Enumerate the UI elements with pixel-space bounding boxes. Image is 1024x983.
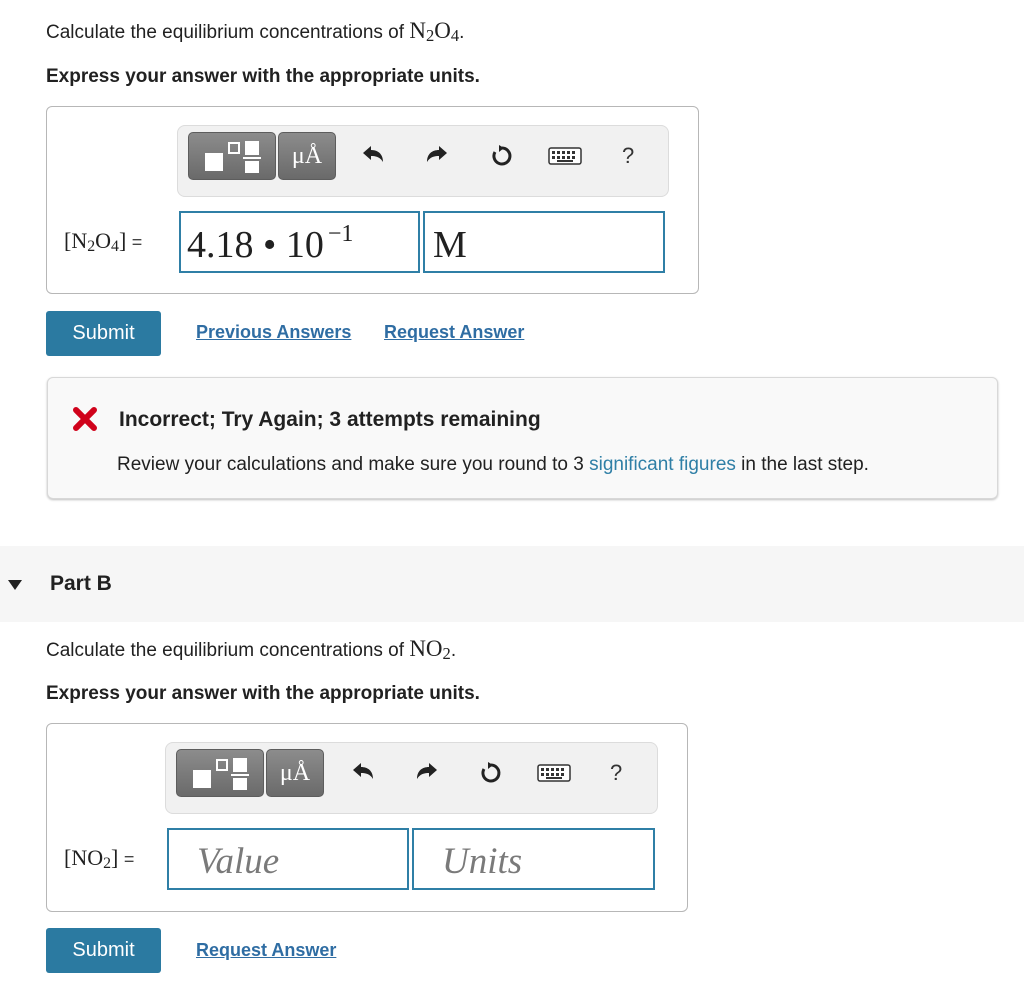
collapse-triangle-icon[interactable] (8, 577, 22, 595)
part-b-instruction: Express your answer with the appropriate… (46, 683, 480, 704)
part-a-submit-button[interactable]: Submit (46, 311, 161, 356)
redo-icon[interactable] (414, 761, 440, 785)
undo-icon[interactable] (360, 144, 386, 168)
reset-icon[interactable] (489, 144, 515, 168)
units-button[interactable]: μÅ (266, 749, 324, 797)
part-a-units-input[interactable]: M (423, 211, 665, 273)
feedback-message: Review your calculations and make sure y… (117, 454, 869, 475)
templates-icon (193, 758, 249, 790)
units-button[interactable]: μÅ (278, 132, 336, 180)
part-a-answer-label: [N2O4] = (64, 228, 143, 255)
part-b-header[interactable]: Part B (0, 546, 1024, 622)
part-b-question: Calculate the equilibrium concentrations… (46, 636, 457, 663)
keyboard-icon[interactable] (548, 144, 582, 168)
n2o4-formula: N2O4 (409, 18, 460, 45)
feedback-title: Incorrect; Try Again; 3 attempts remaini… (119, 408, 541, 431)
reset-icon[interactable] (478, 761, 504, 785)
part-a-request-answer-link[interactable]: Request Answer (384, 322, 524, 343)
help-button[interactable]: ? (622, 143, 634, 169)
templates-button[interactable] (188, 132, 276, 180)
part-b-value-input[interactable]: Value (167, 828, 409, 890)
part-b-math-toolbar: μÅ ? (165, 742, 658, 814)
part-a-value-input[interactable]: 4.18 • 10 −1 (179, 211, 420, 273)
previous-answers-link[interactable]: Previous Answers (196, 322, 351, 343)
part-b-request-answer-link[interactable]: Request Answer (196, 940, 336, 961)
undo-icon[interactable] (350, 761, 376, 785)
significant-figures-link[interactable]: significant figures (589, 454, 736, 475)
part-a-instruction: Express your answer with the appropriate… (46, 66, 480, 87)
redo-icon[interactable] (424, 144, 450, 168)
help-button[interactable]: ? (610, 760, 622, 786)
templates-icon (205, 141, 261, 173)
part-a-math-toolbar: μÅ ? (177, 125, 669, 197)
incorrect-x-icon (72, 406, 98, 432)
part-b-units-input[interactable]: Units (412, 828, 655, 890)
templates-button[interactable] (176, 749, 264, 797)
part-b-answer-label: [NO2] = (64, 845, 135, 872)
part-b-submit-button[interactable]: Submit (46, 928, 161, 973)
feedback-panel: Incorrect; Try Again; 3 attempts remaini… (47, 377, 998, 499)
keyboard-icon[interactable] (537, 761, 571, 785)
part-a-question: Calculate the equilibrium concentrations… (46, 18, 465, 45)
part-b-title: Part B (50, 572, 112, 595)
no2-formula: NO2 (409, 636, 451, 663)
